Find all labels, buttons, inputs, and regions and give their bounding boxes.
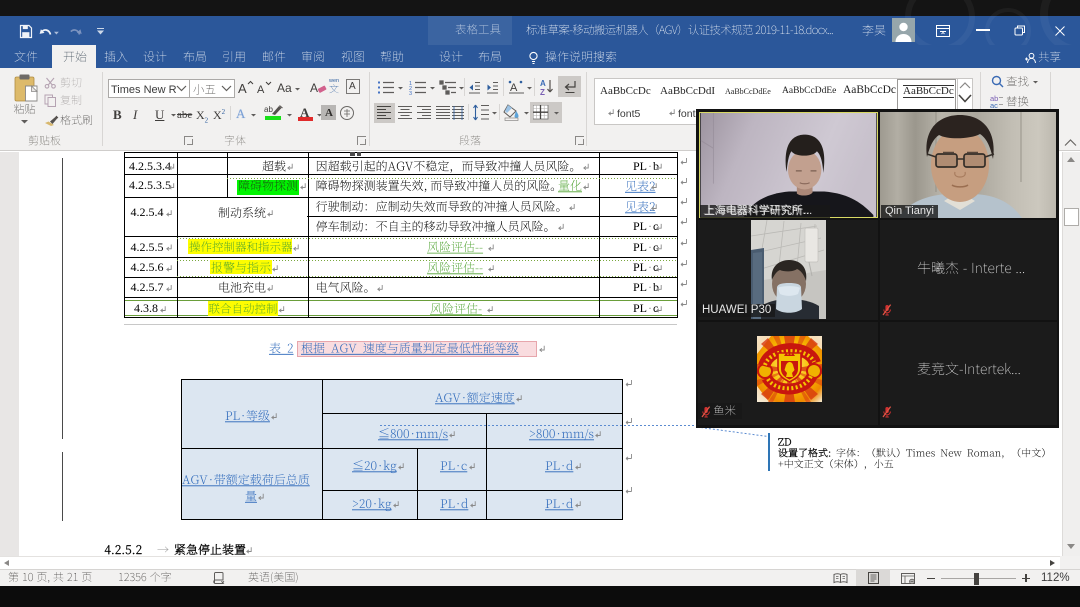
svg-text:ac: ac [990,101,998,108]
svg-text:Z: Z [540,88,545,96]
svg-text:A: A [540,79,546,88]
svg-text:A: A [510,82,518,94]
svg-text:ab: ab [264,105,273,114]
svg-text:3: 3 [409,91,412,95]
